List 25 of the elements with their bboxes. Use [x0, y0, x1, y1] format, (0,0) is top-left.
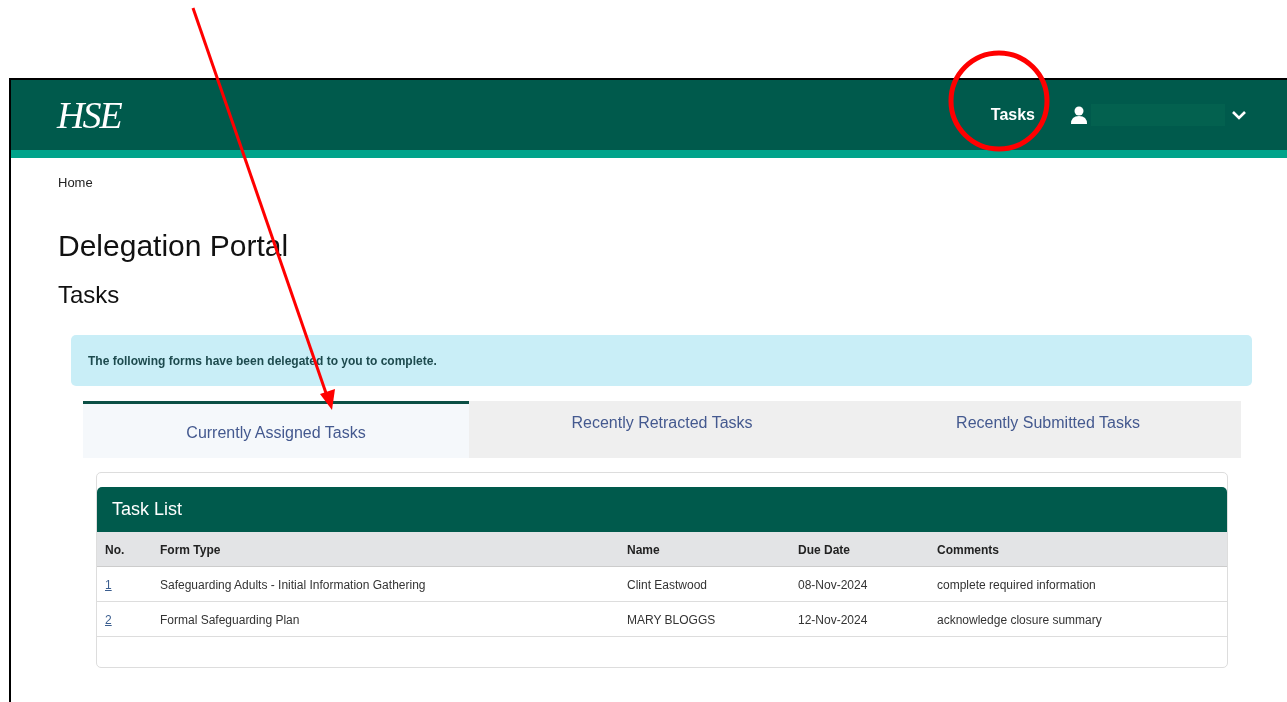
tab[interactable]: Currently Assigned Tasks — [83, 401, 469, 458]
table-cell: MARY BLOGGS — [627, 613, 716, 627]
row-link[interactable]: 2 — [105, 613, 112, 627]
breadcrumb-link[interactable]: Home — [58, 175, 93, 190]
tab[interactable]: Recently Submitted Tasks — [855, 401, 1241, 458]
table-cell: Safeguarding Adults - Initial Information Gathering — [160, 578, 426, 592]
table-cell: Clint Eastwood — [627, 578, 708, 592]
row-link[interactable]: 1 — [105, 578, 112, 592]
chevron-down-icon[interactable] — [1231, 110, 1247, 120]
tab[interactable]: Recently Retracted Tasks — [469, 401, 855, 458]
column-header: Name — [627, 543, 660, 557]
column-header: Due Date — [798, 543, 850, 557]
user-icon[interactable] — [1071, 106, 1087, 124]
nav-link[interactable]: Tasks — [984, 103, 1041, 127]
table-cell: 08-Nov-2024 — [798, 578, 868, 592]
card-title: Task List — [112, 498, 183, 521]
column-header: Comments — [937, 543, 999, 557]
table-cell: 12-Nov-2024 — [798, 613, 868, 627]
logo[interactable]: HSE — [57, 86, 121, 144]
table-cell: complete required information — [937, 578, 1096, 592]
table-cell: acknowledge closure summary — [937, 613, 1102, 627]
column-header: No. — [105, 543, 125, 557]
section-title: Tasks — [58, 280, 121, 310]
table-cell: Formal Safeguarding Plan — [160, 613, 300, 627]
column-header: Form Type — [160, 543, 221, 557]
